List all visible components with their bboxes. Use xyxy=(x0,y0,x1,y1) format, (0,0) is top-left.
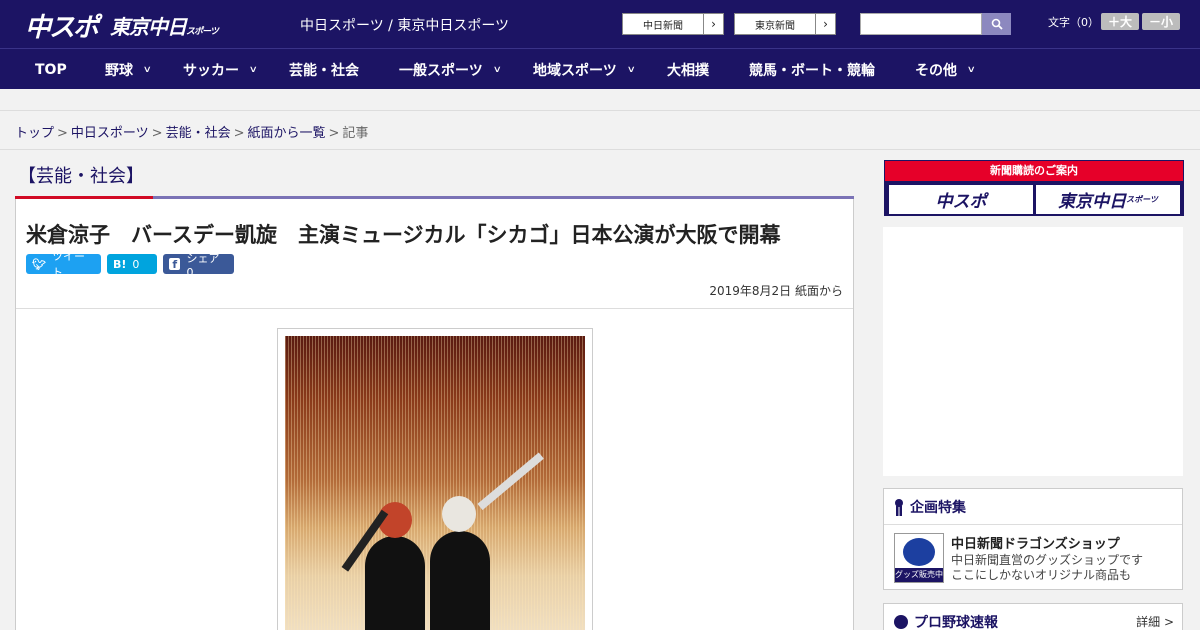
font-size-label: 文字（0） xyxy=(1048,16,1099,29)
baseball-icon xyxy=(894,615,908,629)
feature-item-title: 中日新聞ドラゴンズショップ xyxy=(951,537,1120,552)
nav-item-other[interactable]: その他 ∨ xyxy=(915,49,976,90)
category-title: 【芸能・社会】 xyxy=(18,166,144,187)
article-card: 米倉涼子 バースデー凱旋 主演ミュージカル「シカゴ」日本公演が大阪で開幕 🐦︎ ツ… xyxy=(15,199,854,630)
breadcrumb-from-paper[interactable]: 紙面から一覧 xyxy=(248,126,326,141)
hatena-icon: B! xyxy=(113,257,127,271)
breadcrumb-separator: > xyxy=(57,126,68,141)
baseball-live-box: プロ野球速報 詳細 > xyxy=(883,603,1183,630)
nav-label: サッカー xyxy=(183,62,239,79)
chevron-down-icon: ∨ xyxy=(142,64,152,75)
chevron-right-icon: › xyxy=(815,14,835,34)
baseball-header: プロ野球速報 xyxy=(894,612,998,630)
tokyo-chunichi-logo[interactable]: 東京中日スポーツ xyxy=(110,11,219,40)
facebook-share-button[interactable]: f シェア 0 xyxy=(163,252,234,279)
nav-label: 地域スポーツ xyxy=(533,62,617,79)
article-divider xyxy=(16,308,853,309)
nav-item-sumo[interactable]: 大相撲 xyxy=(667,49,709,90)
subscribe-chuspo-button[interactable]: 中スポ xyxy=(889,185,1033,214)
medal-icon xyxy=(894,498,904,516)
facebook-label: シェア 0 xyxy=(186,251,220,279)
breadcrumb-separator: > xyxy=(233,126,245,141)
mascot-icon xyxy=(903,538,935,566)
baseball-title: プロ野球速報 xyxy=(914,615,998,630)
article-date: 2019年8月2日 紙面から xyxy=(709,284,843,298)
nav-label: 野球 xyxy=(105,62,133,79)
performer-right-head xyxy=(442,496,476,532)
search-button[interactable] xyxy=(982,13,1011,35)
article-photo[interactable] xyxy=(285,336,585,630)
font-smaller-button[interactable]: －小 xyxy=(1142,13,1180,30)
tweet-button[interactable]: 🐦︎ ツイート xyxy=(26,250,101,279)
chevron-down-icon: ∨ xyxy=(248,64,258,75)
breadcrumb-chunichi-sports[interactable]: 中日スポーツ xyxy=(71,126,149,141)
nav-item-general-sports[interactable]: 一般スポーツ ∨ xyxy=(399,49,502,90)
subscription-title: 新聞購読のご案内 xyxy=(885,161,1183,181)
feature-desc-line1: 中日新聞直営のグッズショップです xyxy=(951,553,1144,567)
feature-desc-line2: ここにしかないオリジナル商品も xyxy=(951,568,1132,582)
nav-item-baseball[interactable]: 野球 ∨ xyxy=(105,49,152,90)
subscribe-tokyo-chunichi-button[interactable]: 東京中日 スポーツ xyxy=(1036,185,1180,214)
nav-label: 芸能・社会 xyxy=(289,62,359,79)
chevron-right-icon: › xyxy=(703,14,723,34)
nav-item-soccer[interactable]: サッカー ∨ xyxy=(183,49,258,90)
feature-box: 企画特集 グッズ販売中 中日新聞ドラゴンズショップ 中日新聞直営のグッズショップ… xyxy=(883,488,1183,590)
nav-label: TOP xyxy=(35,61,67,78)
nav-item-entertainment[interactable]: 芸能・社会 xyxy=(289,49,359,90)
breadcrumb-separator: > xyxy=(151,126,163,141)
details-link[interactable]: 詳細 > xyxy=(1136,613,1174,630)
performer-left xyxy=(365,536,425,630)
tokyo-logo-sub: スポーツ xyxy=(186,27,219,37)
chunichi-link-label: 中日新聞 xyxy=(643,20,683,32)
tokyo-chunichi-label: 東京中日 xyxy=(1058,192,1127,212)
breadcrumb-separator: > xyxy=(328,126,340,141)
performer-right xyxy=(430,531,490,630)
thumbnail-label: グッズ販売中 xyxy=(895,568,943,582)
feature-header: 企画特集 xyxy=(884,489,1182,525)
breadcrumb-top[interactable]: トップ xyxy=(15,126,54,141)
hatena-count: 0 xyxy=(132,257,140,271)
feature-title: 企画特集 xyxy=(910,499,966,516)
nav-label: 競馬・ボート・競輪 xyxy=(749,62,875,79)
dragons-shop-thumbnail: グッズ販売中 xyxy=(894,533,944,583)
tokyo-shinbun-link[interactable]: 東京新聞 › xyxy=(734,13,836,35)
feature-item-dragons-shop[interactable]: グッズ販売中 中日新聞ドラゴンズショップ 中日新聞直営のグッズショップです ここ… xyxy=(884,525,1182,589)
subscription-banner[interactable]: 新聞購読のご案内 中スポ 東京中日 スポーツ xyxy=(884,160,1184,216)
site-names: 中日スポーツ / 東京中日スポーツ xyxy=(300,18,510,34)
hatena-bookmark-button[interactable]: B! 0 xyxy=(107,254,157,274)
banner-spacer xyxy=(0,89,1200,111)
ad-slot xyxy=(883,227,1183,476)
feature-item-desc: 中日新聞直営のグッズショップです ここにしかないオリジナル商品も xyxy=(951,553,1143,583)
tweet-label: ツイート xyxy=(51,250,85,279)
breadcrumb: トップ > 中日スポーツ > 芸能・社会 > 紙面から一覧 > 記事 xyxy=(15,122,368,141)
nav-item-racing[interactable]: 競馬・ボート・競輪 xyxy=(749,49,875,90)
article-headline: 米倉涼子 バースデー凱旋 主演ミュージカル「シカゴ」日本公演が大阪で開幕 xyxy=(26,223,781,247)
tokyo-logo-text: 東京中日 xyxy=(110,15,187,39)
tokyo-chunichi-sub: スポーツ xyxy=(1126,195,1158,204)
chunichi-shinbun-link[interactable]: 中日新聞 › xyxy=(622,13,724,35)
nav-item-local-sports[interactable]: 地域スポーツ ∨ xyxy=(533,49,636,90)
main-nav: TOP 野球 ∨ サッカー ∨ 芸能・社会 一般スポーツ ∨ 地域スポーツ ∨ 大相撲 … xyxy=(0,48,1200,89)
chevron-down-icon: ∨ xyxy=(966,64,976,75)
chevron-down-icon: ∨ xyxy=(626,64,636,75)
nav-item-top[interactable]: TOP xyxy=(35,49,67,90)
search-icon xyxy=(991,18,1003,30)
breadcrumb-current: 記事 xyxy=(342,126,369,141)
nav-label: 大相撲 xyxy=(667,62,709,79)
font-larger-button[interactable]: ＋大 xyxy=(1101,13,1139,30)
tokyo-link-label: 東京新聞 xyxy=(755,20,795,32)
twitter-icon: 🐦︎ xyxy=(32,257,46,271)
top-header: 中スポ 東京中日スポーツ 中日スポーツ / 東京中日スポーツ 中日新聞 › 東京… xyxy=(0,0,1200,48)
search-input[interactable] xyxy=(860,13,982,35)
facebook-icon: f xyxy=(169,258,181,271)
chevron-down-icon: ∨ xyxy=(492,64,502,75)
article-photo-frame xyxy=(277,328,593,630)
chuspo-logo[interactable]: 中スポ xyxy=(25,7,99,44)
performer-arm-right xyxy=(477,452,544,511)
category-header: 【芸能・社会】 xyxy=(15,160,854,200)
nav-label: 一般スポーツ xyxy=(399,62,483,79)
breadcrumb-entertainment[interactable]: 芸能・社会 xyxy=(166,126,231,141)
breadcrumb-divider xyxy=(0,149,1200,150)
nav-label: その他 xyxy=(915,62,957,79)
